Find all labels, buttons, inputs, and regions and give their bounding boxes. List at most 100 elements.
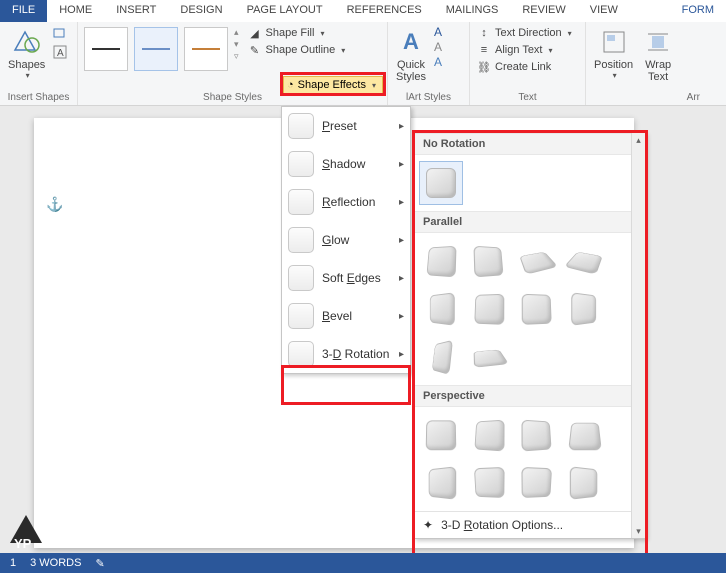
pen-icon: ✎: [248, 43, 262, 57]
quick-label-2: Styles: [396, 71, 426, 83]
link-icon: ⛓: [477, 60, 491, 74]
rotate-3d-icon: ✦: [423, 518, 433, 532]
style-more-icon[interactable]: ▿: [234, 51, 239, 62]
wrap-label: Wrap: [645, 59, 671, 71]
tab-home[interactable]: HOME: [47, 0, 104, 22]
option-perspective-1[interactable]: [419, 413, 463, 457]
status-page[interactable]: 1: [10, 557, 16, 569]
tab-page-layout[interactable]: PAGE LAYOUT: [235, 0, 335, 22]
svg-text:A: A: [57, 48, 64, 59]
menu-reflection[interactable]: Reflection▸: [282, 183, 410, 221]
shapes-gallery-button[interactable]: Shapes ▾: [4, 25, 49, 82]
shape-style-2[interactable]: [134, 27, 178, 71]
position-label: Position: [594, 59, 633, 71]
option-parallel-1[interactable]: [419, 239, 463, 283]
tab-format[interactable]: FORM: [670, 0, 726, 22]
text-direction-button[interactable]: ↕Text Direction▾: [474, 25, 575, 41]
chevron-right-icon: ▸: [399, 121, 404, 132]
tab-review[interactable]: REVIEW: [510, 0, 577, 22]
option-parallel-3[interactable]: [515, 239, 559, 283]
shape-style-3[interactable]: [184, 27, 228, 71]
menu-3d-rotation[interactable]: 3-D Rotation▸: [282, 335, 410, 373]
tab-file[interactable]: FILE: [0, 0, 47, 22]
section-parallel: Parallel: [415, 211, 631, 233]
position-button[interactable]: Position ▾: [590, 25, 637, 82]
group-arrange-label: Arr: [590, 90, 700, 104]
text-fill-icon[interactable]: A: [434, 25, 442, 39]
scroll-down-icon[interactable]: ▾: [632, 524, 645, 538]
shapes-icon: [12, 27, 42, 57]
option-perspective-7[interactable]: [515, 461, 559, 505]
quick-label: Quick: [397, 59, 425, 71]
svg-text:YP: YP: [14, 536, 32, 551]
text-direction-icon: ↕: [477, 26, 491, 40]
yp-logo: YP: [4, 511, 48, 551]
menu-shadow[interactable]: Shadow▸: [282, 145, 410, 183]
text-outline-icon[interactable]: A: [434, 40, 442, 54]
status-words[interactable]: 3 WORDS: [30, 557, 81, 569]
option-parallel-9[interactable]: [419, 335, 463, 379]
section-perspective: Perspective: [415, 385, 631, 407]
rotation-gallery: No Rotation Parallel Perspective: [414, 132, 646, 539]
option-parallel-6[interactable]: [467, 287, 511, 331]
shape-style-1[interactable]: [84, 27, 128, 71]
status-proofing-icon[interactable]: ✎: [95, 557, 104, 570]
option-perspective-5[interactable]: [419, 461, 463, 505]
status-bar: 1 3 WORDS ✎: [0, 553, 726, 573]
option-parallel-5[interactable]: [419, 287, 463, 331]
menu-preset[interactable]: Preset▸: [282, 107, 410, 145]
shape-fill-button[interactable]: ◢ Shape Fill ▾: [245, 25, 349, 41]
align-text-button[interactable]: ≡Align Text▾: [474, 42, 575, 58]
text-effects-icon[interactable]: A: [434, 55, 442, 69]
menu-soft-edges[interactable]: Soft Edges▸: [282, 259, 410, 297]
option-perspective-3[interactable]: [515, 413, 559, 457]
text-box-icon[interactable]: A: [53, 45, 67, 64]
tab-view[interactable]: VIEW: [578, 0, 630, 22]
tab-insert[interactable]: INSERT: [104, 0, 168, 22]
option-perspective-8[interactable]: [563, 461, 607, 505]
chevron-down-icon: ▾: [320, 29, 324, 38]
option-perspective-6[interactable]: [467, 461, 511, 505]
wrap-text-icon: [643, 27, 673, 57]
shape-outline-button[interactable]: ✎ Shape Outline ▾: [245, 42, 349, 58]
group-text-label: Text: [474, 90, 581, 104]
group-wordart-label: lArt Styles: [392, 90, 465, 104]
align-text-icon: ≡: [477, 43, 491, 57]
option-parallel-7[interactable]: [515, 287, 559, 331]
chevron-down-icon: ▾: [372, 81, 376, 90]
option-parallel-2[interactable]: [467, 239, 511, 283]
rotation-options-button[interactable]: ✦ 3-D Rotation Options...: [415, 511, 631, 538]
option-parallel-10[interactable]: [467, 335, 511, 379]
option-perspective-4[interactable]: [563, 413, 607, 457]
style-scroll-up-icon[interactable]: ▴: [234, 27, 239, 38]
quick-styles-button[interactable]: A Quick Styles: [392, 25, 430, 85]
effects-icon: ◔: [287, 79, 294, 91]
option-parallel-4[interactable]: [563, 239, 607, 283]
menu-glow[interactable]: Glow▸: [282, 221, 410, 259]
tab-mailings[interactable]: MAILINGS: [434, 0, 511, 22]
position-icon: [599, 27, 629, 57]
tab-design[interactable]: DESIGN: [168, 0, 234, 22]
section-no-rotation: No Rotation: [415, 133, 631, 155]
bucket-icon: ◢: [248, 26, 262, 40]
wrap-text-button[interactable]: Wrap Text: [639, 25, 677, 85]
tab-references[interactable]: REFERENCES: [335, 0, 434, 22]
option-parallel-8[interactable]: [563, 287, 607, 331]
group-insert-shapes-label: Insert Shapes: [4, 90, 73, 104]
shape-effects-button[interactable]: ◔ Shape Effects ▾: [283, 76, 383, 94]
option-no-rotation[interactable]: [419, 161, 463, 205]
chevron-down-icon: ▾: [26, 71, 30, 80]
menu-bevel[interactable]: Bevel▸: [282, 297, 410, 335]
wrap-label-2: Text: [648, 71, 668, 83]
scroll-up-icon[interactable]: ▴: [632, 133, 645, 147]
edit-shape-icon[interactable]: [53, 25, 67, 44]
wordart-a-icon: A: [396, 27, 426, 57]
style-scroll-down-icon[interactable]: ▾: [234, 39, 239, 50]
create-link-button[interactable]: ⛓Create Link: [474, 59, 575, 75]
option-perspective-2[interactable]: [467, 413, 511, 457]
shapes-label: Shapes: [8, 59, 45, 71]
gallery-scrollbar[interactable]: ▴ ▾: [631, 133, 645, 538]
chevron-down-icon: ▾: [341, 46, 345, 55]
shape-effects-menu: Preset▸ Shadow▸ Reflection▸ Glow▸ Soft E…: [281, 106, 411, 374]
anchor-icon: ⚓: [46, 196, 63, 213]
